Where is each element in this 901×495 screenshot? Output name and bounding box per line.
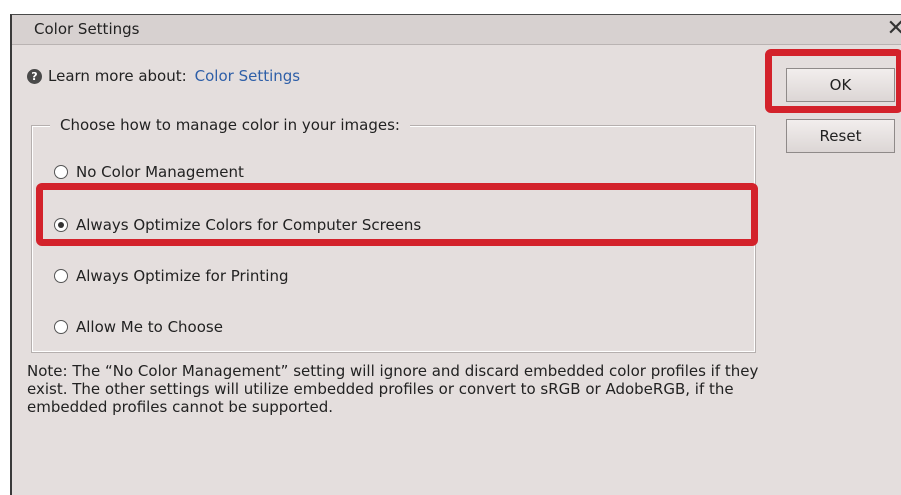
learn-more-prefix: Learn more about: [48,67,187,85]
radio-button-allow-me-to-choose[interactable] [54,320,68,334]
reset-button[interactable]: Reset [786,119,895,153]
radio-button-optimize-printing[interactable] [54,269,68,283]
option-label: Always Optimize Colors for Computer Scre… [76,216,422,234]
option-allow-me-to-choose[interactable]: Allow Me to Choose [54,318,223,336]
help-icon: ? [27,68,42,84]
radio-button-no-color-management[interactable] [54,165,68,179]
radio-button-optimize-screens[interactable] [54,218,68,232]
color-settings-dialog: Color Settings ✕ ? Learn more about: Col… [10,14,901,495]
title-bar: Color Settings ✕ [12,15,901,45]
ok-button[interactable]: OK [786,68,895,102]
option-label: No Color Management [76,163,244,181]
option-optimize-screens[interactable]: Always Optimize Colors for Computer Scre… [54,216,421,234]
color-settings-link[interactable]: Color Settings [195,67,300,85]
radio-selected-dot [58,222,64,228]
option-label: Allow Me to Choose [76,318,223,336]
learn-more-row: ? Learn more about: Color Settings [27,67,300,85]
option-label: Always Optimize for Printing [76,267,289,285]
option-optimize-printing[interactable]: Always Optimize for Printing [54,267,288,285]
color-management-group: Choose how to manage color in your image… [31,116,756,353]
dialog-title: Color Settings [34,20,140,38]
group-label: Choose how to manage color in your image… [50,116,410,134]
option-no-color-management[interactable]: No Color Management [54,163,244,181]
note-text: Note: The “No Color Management” setting … [27,362,759,416]
close-icon[interactable]: ✕ [887,15,901,43]
